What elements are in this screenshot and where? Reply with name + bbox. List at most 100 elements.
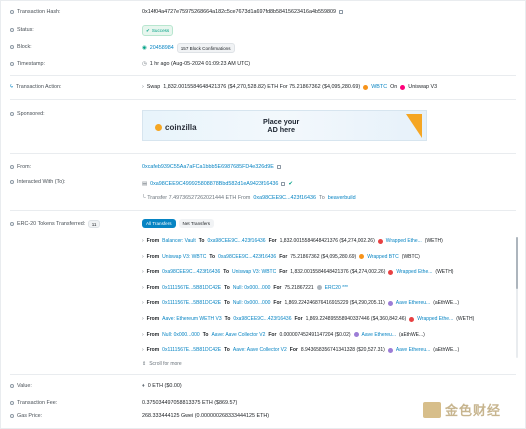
row-token-link[interactable]: ERC20 ***: [325, 285, 348, 291]
interacted-label: Interacted With (To):: [17, 179, 66, 185]
gas-label-wrap: Gas Price:: [10, 413, 42, 419]
copy-icon[interactable]: [281, 181, 286, 187]
block-label-wrap: Block:: [10, 44, 32, 50]
internal-transfer-to[interactable]: beaverbuild: [328, 195, 356, 201]
row-arrow-icon: ›: [142, 269, 144, 276]
clock-icon: ◷: [142, 61, 147, 67]
row-token-link[interactable]: Aave Ethereu...: [362, 332, 396, 338]
from-label: From:: [17, 164, 32, 170]
row-for-word: For: [279, 253, 288, 260]
row-token-link[interactable]: Wrapped Ethe...: [386, 238, 422, 244]
copy-icon[interactable]: [276, 164, 281, 170]
token-icon: [387, 347, 393, 353]
help-icon[interactable]: [10, 401, 14, 405]
row-from-link[interactable]: Null: 0x000...000: [162, 332, 200, 338]
fee-label-wrap: Transaction Fee:: [10, 400, 57, 406]
interacted-label-wrap: Interacted With (To):: [10, 179, 66, 185]
row-to-link[interactable]: Uniswap V3: WBTC: [232, 269, 276, 275]
timestamp-value-wrap: ◷ 1 hr ago (Aug-05-2024 01:09:23 AM UTC): [142, 61, 250, 67]
row-to-link[interactable]: 0xa98CEE9C...423f16436: [233, 316, 291, 322]
row-from-word: From: [146, 238, 160, 244]
help-icon[interactable]: [10, 28, 14, 32]
help-icon[interactable]: [10, 180, 14, 184]
row-from-link[interactable]: 0xa98CEE9C...423f16436: [162, 269, 220, 275]
scrollbar-thumb[interactable]: [516, 237, 518, 289]
row-from-link[interactable]: 0x1111567E...5B81DC42E: [162, 285, 221, 291]
copy-icon[interactable]: [338, 9, 343, 15]
row-to-link[interactable]: 0xa98CEE9C...423f16436: [218, 254, 276, 260]
help-icon[interactable]: [10, 165, 14, 169]
scroll-more-text: Scroll for more: [149, 361, 182, 367]
action-dex: Uniswap V3: [408, 84, 438, 90]
row-to-link[interactable]: Aave: Aave Collector V2: [233, 347, 287, 353]
row-to-word: To: [223, 269, 230, 276]
row-from-link[interactable]: Balancer: Vault: [162, 238, 196, 244]
row-token-link[interactable]: Aave Ethereu...: [396, 347, 430, 353]
row-from-link[interactable]: Uniswap V3: WBTC: [162, 254, 206, 260]
help-icon[interactable]: [10, 10, 14, 14]
divider: [10, 75, 516, 76]
row-for-word: For: [289, 347, 298, 354]
tab-all-transfers[interactable]: All Transfers: [142, 219, 176, 228]
sponsored-ad-banner[interactable]: coinzilla Place your AD here: [142, 110, 427, 141]
row-to-word: To: [198, 238, 205, 244]
row-from-word: From: [146, 253, 160, 260]
row-to-word: To: [209, 253, 216, 260]
row-token-link[interactable]: Wrapped BTC: [367, 254, 399, 260]
action-swap: Swap: [146, 84, 161, 90]
row-token-symbol: (WETH): [435, 269, 454, 276]
row-token-link[interactable]: Aave Ethereu...: [396, 300, 430, 306]
erc20-label-wrap: ERC-20 Tokens Transferred: 11: [10, 220, 100, 228]
row-from-word: From: [146, 300, 160, 307]
interacted-address-link[interactable]: 0xa98CEE9C499925808878Bbd582d1eA9423f164…: [150, 181, 278, 187]
row-to-link[interactable]: Null: 0x000...000: [233, 285, 271, 291]
row-to-link[interactable]: Aave: Aave Collector V2: [211, 332, 265, 338]
value-value-wrap: ♦ 0 ETH ($0.00): [142, 383, 182, 389]
help-icon[interactable]: [10, 222, 14, 226]
status-label: Status:: [17, 27, 34, 33]
row-amount: 75.21867362 ($4,095,280.69): [290, 253, 357, 260]
row-to-word: To: [224, 316, 231, 322]
lightning-icon: ϟ: [10, 84, 13, 90]
tx-hash-label-wrap: Transaction Hash:: [10, 9, 61, 15]
ad-headline-2: AD here: [267, 125, 295, 134]
internal-transfer-from[interactable]: 0xa98CEE9C...423f16436: [253, 195, 316, 201]
row-token-link[interactable]: Wrapped Ethe...: [396, 269, 432, 275]
row-arrow-icon: ›: [142, 284, 144, 291]
erc20-transfer-row: › From 0x1111567E...5B81DC42E To Null: 0x000…: [142, 285, 351, 291]
erc20-count-badge: 11: [88, 220, 100, 228]
status-label-wrap: Status:: [10, 27, 34, 33]
row-for-word: For: [279, 269, 288, 276]
divider: [10, 99, 516, 100]
help-icon[interactable]: [10, 62, 14, 66]
help-icon[interactable]: [10, 45, 14, 49]
tab-net-transfers[interactable]: Net Transfers: [178, 219, 215, 228]
row-to-link[interactable]: Null: 0x000...000: [233, 300, 271, 306]
block-value-wrap: ◉ 20458984 157 Block Confirmations: [142, 43, 235, 53]
block-confirmations-badge: 157 Block Confirmations: [176, 43, 235, 53]
row-to-link[interactable]: 0xa98CEE9C...423f16436: [207, 238, 265, 244]
row-amount: 1,869.224246876416915229 ($4,290,205.11): [284, 300, 385, 307]
help-icon[interactable]: [10, 414, 14, 418]
transaction-details-card: Transaction Hash: 0x14f04a4727e759752686…: [0, 0, 526, 429]
row-from-link[interactable]: 0x1111567E...5B81DC42E: [162, 300, 221, 306]
internal-transfer-prefix: └ Transfer 7.49736527262021444 ETH From: [142, 195, 251, 201]
status-text: Success: [151, 28, 170, 33]
row-from-link[interactable]: 0x1111567E...5B81DC42E: [162, 347, 221, 353]
row-to-word: To: [224, 300, 230, 307]
help-icon[interactable]: [10, 112, 14, 116]
jinse-watermark: 金色财经: [423, 400, 501, 419]
from-address-link[interactable]: 0xcafeb939C55Aa7aFCa1bbb5E6987685FD4e326…: [142, 164, 274, 170]
erc20-transfer-row: › From 0x1111567E...5B81DC42E To Null: 0x000…: [142, 300, 459, 306]
ad-brand: coinzilla: [165, 123, 197, 132]
row-amount: 1,869.224895558940337446 ($4,360,842.46): [305, 316, 407, 322]
help-icon[interactable]: [10, 384, 14, 388]
status-badge: ✔ Success: [142, 25, 174, 36]
row-from-link[interactable]: Aave: Ethereum WETH V3: [162, 316, 221, 322]
erc20-tabs: All Transfers Net Transfers: [142, 219, 215, 228]
action-token-link[interactable]: WBTC: [371, 84, 387, 90]
uniswap-icon: [400, 84, 406, 90]
row-token-link[interactable]: Wrapped Ethe...: [417, 316, 453, 322]
row-from-word: From: [146, 347, 160, 354]
block-number-link[interactable]: 20458984: [150, 45, 174, 51]
